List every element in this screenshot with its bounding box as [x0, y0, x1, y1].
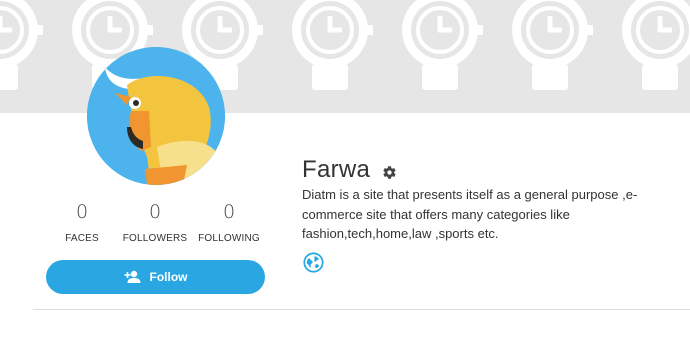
stat-faces[interactable]: 0 FACES: [42, 200, 122, 244]
stat-value: 0: [75, 201, 89, 223]
stat-label: FOLLOWERS: [122, 233, 188, 244]
stat-following[interactable]: 0 FOLLOWING: [189, 200, 269, 244]
stat-followers[interactable]: 0 FOLLOWERS: [115, 200, 195, 244]
avatar[interactable]: [87, 47, 225, 185]
globe-icon[interactable]: [303, 252, 324, 273]
stat-value: 0: [222, 201, 236, 223]
stat-label: FACES: [65, 233, 99, 244]
bull-avatar-illustration: [87, 47, 225, 185]
profile-name: Farwa: [302, 156, 371, 183]
section-divider: [33, 309, 690, 310]
profile-bio: Diatm is a site that presents itself as …: [302, 187, 638, 241]
stat-label: FOLLOWING: [198, 233, 260, 244]
profile-stats: 0 FACES 0 FOLLOWERS 0 FOLLOWING: [46, 200, 266, 250]
follow-button-label: Follow: [149, 270, 188, 284]
follow-button[interactable]: Follow: [46, 260, 265, 294]
add-person-icon: [124, 270, 142, 284]
gear-icon[interactable]: [382, 165, 397, 180]
stat-value: 0: [148, 201, 162, 223]
